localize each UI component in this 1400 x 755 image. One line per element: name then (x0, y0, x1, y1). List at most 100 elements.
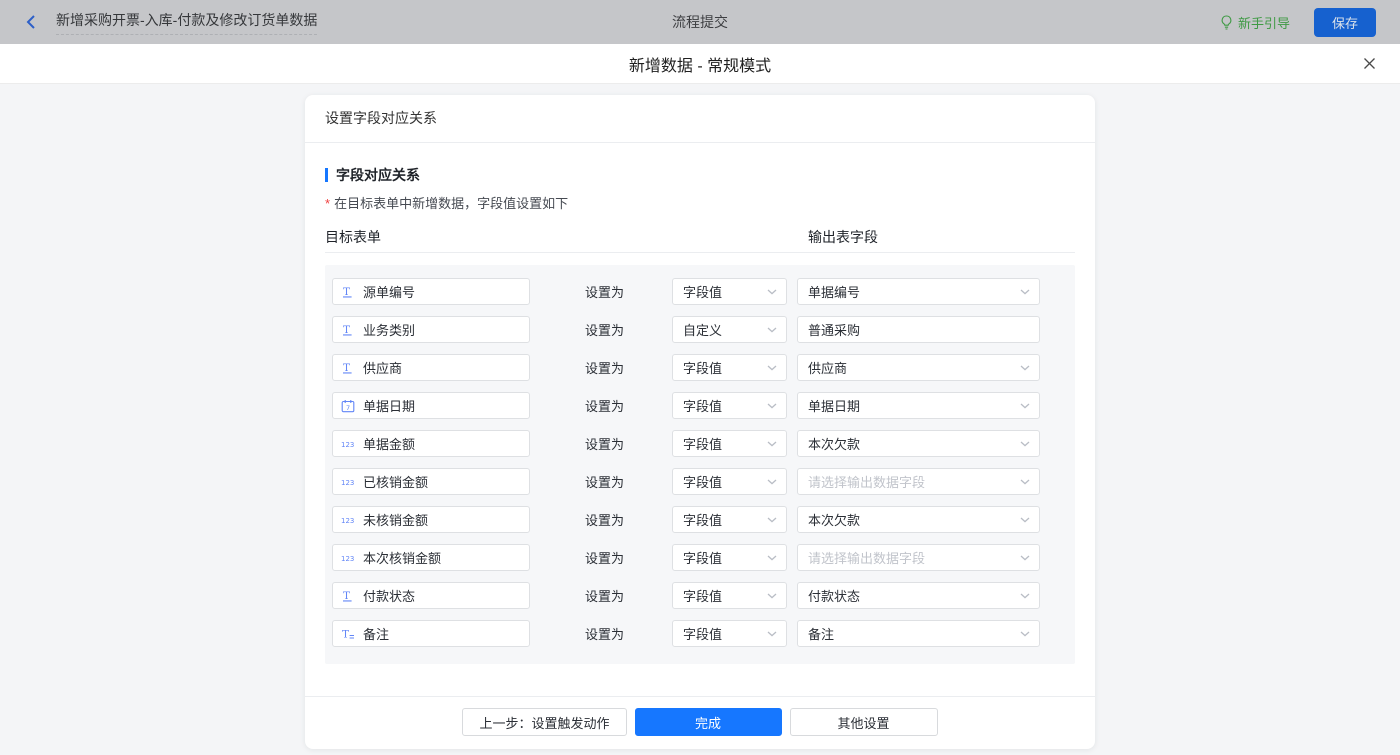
svg-text:7: 7 (346, 404, 350, 412)
text-field-icon: T (341, 285, 357, 299)
value-mode-select[interactable]: 字段值 (672, 506, 787, 533)
value-mode-selected: 字段值 (683, 586, 722, 605)
chevron-down-icon (767, 365, 777, 371)
svg-text:123: 123 (341, 479, 354, 487)
mapping-note-text: 在目标表单中新增数据，字段值设置如下 (334, 196, 568, 211)
value-mode-select[interactable]: 字段值 (672, 620, 787, 647)
value-mode-selected: 自定义 (683, 320, 722, 339)
output-field-select[interactable]: 请选择输出数据字段 (797, 544, 1040, 571)
number-field-icon: 123 (341, 552, 357, 564)
target-field-box[interactable]: T 供应商 (332, 354, 530, 381)
section-accent-bar (325, 168, 328, 182)
chevron-down-icon (767, 593, 777, 599)
value-mode-selected: 字段值 (683, 358, 722, 377)
textarea-field-icon: T (341, 627, 357, 641)
output-field-select[interactable]: 供应商 (797, 354, 1040, 381)
value-mode-select[interactable]: 字段值 (672, 392, 787, 419)
value-mode-selected: 字段值 (683, 510, 722, 529)
output-field-select[interactable]: 付款状态 (797, 582, 1040, 609)
field-mapping-card: 设置字段对应关系 字段对应关系 *在目标表单中新增数据，字段值设置如下 目标表单… (305, 95, 1095, 749)
text-field-icon: T (341, 361, 357, 375)
number-field-icon: 123 (341, 476, 357, 488)
column-header-output: 输出表字段 (808, 227, 878, 247)
close-button[interactable] (1361, 55, 1378, 72)
target-field-box[interactable]: T 备注 (332, 620, 530, 647)
output-field-select[interactable]: 单据编号 (797, 278, 1040, 305)
value-mode-select[interactable]: 自定义 (672, 316, 787, 343)
close-icon (1361, 59, 1378, 76)
other-settings-button[interactable]: 其他设置 (790, 708, 938, 736)
text-field-icon: T (341, 589, 357, 603)
output-value-input[interactable]: 普通采购 (797, 316, 1040, 343)
chevron-down-icon (1020, 365, 1030, 371)
mapping-note: *在目标表单中新增数据，字段值设置如下 (325, 193, 1075, 212)
field-mapping-row: 123 未核销金额 设置为 字段值 本次欠款 (332, 506, 1075, 533)
set-as-label: 设置为 (585, 396, 625, 415)
value-mode-selected: 字段值 (683, 396, 722, 415)
svg-text:T: T (343, 362, 350, 374)
back-button[interactable] (24, 14, 38, 30)
chevron-down-icon (1020, 631, 1030, 637)
output-field-select[interactable]: 本次欠款 (797, 430, 1040, 457)
section-title: 字段对应关系 (336, 165, 420, 185)
done-button[interactable]: 完成 (635, 708, 782, 736)
beginner-guide-button[interactable]: 新手引导 (1220, 13, 1290, 32)
field-mapping-row: 123 已核销金额 设置为 字段值 请选择输出数据字段 (332, 468, 1075, 495)
target-field-box[interactable]: 123 已核销金额 (332, 468, 530, 495)
output-field-value: 备注 (808, 624, 834, 643)
set-as-label: 设置为 (585, 548, 625, 567)
chevron-down-icon (1020, 479, 1030, 485)
value-mode-selected: 字段值 (683, 548, 722, 567)
output-field-value: 普通采购 (808, 320, 860, 339)
target-field-box[interactable]: T 付款状态 (332, 582, 530, 609)
top-toolbar: 新增采购开票-入库-付款及修改订货单数据 流程提交 新手引导 保存 (0, 0, 1400, 44)
target-field-box[interactable]: 123 单据金额 (332, 430, 530, 457)
target-field-box[interactable]: 7 单据日期 (332, 392, 530, 419)
output-field-select[interactable]: 备注 (797, 620, 1040, 647)
chevron-down-icon (767, 479, 777, 485)
mapping-rows: T 源单编号 设置为 字段值 单据编号 T 业务类别 设置为 自定义 (325, 265, 1075, 664)
output-field-select[interactable]: 单据日期 (797, 392, 1040, 419)
flow-title[interactable]: 新增采购开票-入库-付款及修改订货单数据 (56, 10, 317, 35)
save-button[interactable]: 保存 (1314, 8, 1376, 37)
field-mapping-row: 7 单据日期 设置为 字段值 单据日期 (332, 392, 1075, 419)
output-field-value: 单据日期 (808, 396, 860, 415)
value-mode-select[interactable]: 字段值 (672, 544, 787, 571)
previous-step-button[interactable]: 上一步：设置触发动作 (462, 708, 626, 736)
value-mode-select[interactable]: 字段值 (672, 278, 787, 305)
target-field-box[interactable]: T 源单编号 (332, 278, 530, 305)
set-as-label: 设置为 (585, 282, 625, 301)
modal-title: 新增数据 - 常规模式 (629, 52, 771, 76)
chevron-down-icon (767, 441, 777, 447)
date-field-icon: 7 (341, 399, 357, 413)
svg-text:T: T (343, 324, 350, 336)
value-mode-select[interactable]: 字段值 (672, 468, 787, 495)
target-field-box[interactable]: 123 未核销金额 (332, 506, 530, 533)
field-mapping-row: T 供应商 设置为 字段值 供应商 (332, 354, 1075, 381)
target-field-box[interactable]: 123 本次核销金额 (332, 544, 530, 571)
value-mode-select[interactable]: 字段值 (672, 354, 787, 381)
set-as-label: 设置为 (585, 434, 625, 453)
set-as-label: 设置为 (585, 586, 625, 605)
lightbulb-icon (1220, 15, 1233, 30)
chevron-down-icon (1020, 441, 1030, 447)
field-mapping-row: T 备注 设置为 字段值 备注 (332, 620, 1075, 647)
output-field-select[interactable]: 请选择输出数据字段 (797, 468, 1040, 495)
field-mapping-row: 123 单据金额 设置为 字段值 本次欠款 (332, 430, 1075, 457)
output-field-value: 本次欠款 (808, 434, 860, 453)
column-header-target: 目标表单 (325, 229, 381, 245)
value-mode-selected: 字段值 (683, 282, 722, 301)
svg-text:T: T (342, 628, 349, 640)
value-mode-select[interactable]: 字段值 (672, 430, 787, 457)
field-mapping-row: T 源单编号 设置为 字段值 单据编号 (332, 278, 1075, 305)
chevron-down-icon (1020, 403, 1030, 409)
target-field-label: 付款状态 (363, 586, 415, 605)
svg-text:T: T (343, 286, 350, 298)
output-field-select[interactable]: 本次欠款 (797, 506, 1040, 533)
target-field-box[interactable]: T 业务类别 (332, 316, 530, 343)
chevron-down-icon (1020, 517, 1030, 523)
target-field-label: 业务类别 (363, 320, 415, 339)
value-mode-select[interactable]: 字段值 (672, 582, 787, 609)
target-field-label: 单据日期 (363, 396, 415, 415)
output-field-value: 付款状态 (808, 586, 860, 605)
